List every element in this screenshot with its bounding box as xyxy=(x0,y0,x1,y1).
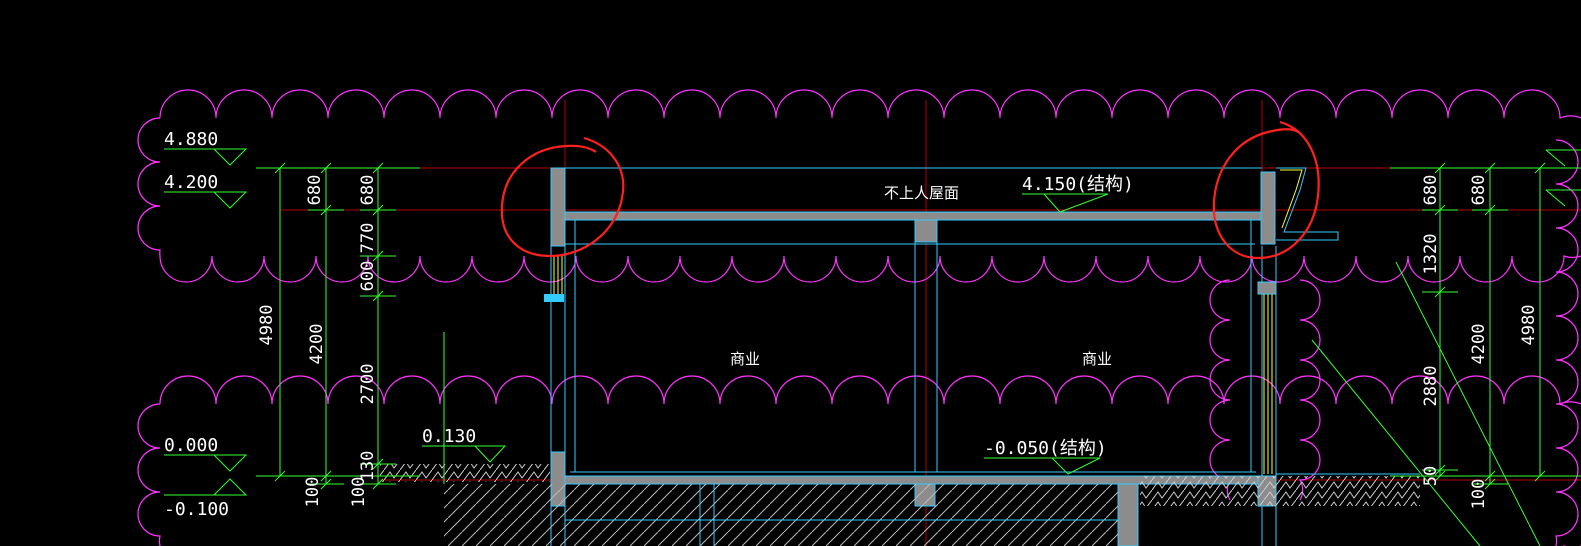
elev-label-4880: 4.880 xyxy=(164,129,218,150)
roof-level-label: 4.150(结构) xyxy=(1022,174,1134,195)
dim-right-b-680: 680 xyxy=(1469,175,1489,206)
dim-right-a-680: 680 xyxy=(1421,175,1441,206)
building-section xyxy=(380,167,1420,546)
dim-left-inner-600: 600 xyxy=(358,261,378,292)
soil-hatch-left xyxy=(380,464,550,482)
dim-left-inner-770: 770 xyxy=(358,223,378,254)
roof-label: 不上人屋面 xyxy=(884,184,959,202)
elev-label-neg0100: -0.100 xyxy=(164,499,229,520)
revision-cloud-segment xyxy=(137,117,161,257)
dim-right-a-50: 50 xyxy=(1421,466,1441,486)
elev-label-0130: 0.130 xyxy=(422,426,476,447)
dim-left-mid-680: 680 xyxy=(305,175,325,206)
room-label-left: 商业 xyxy=(730,350,760,368)
dim-left-inner-130: 130 xyxy=(358,451,378,482)
elev-label-4200: 4.200 xyxy=(164,172,218,193)
dim-left-inner-680: 680 xyxy=(358,175,378,206)
dim-left-inner-2700: 2700 xyxy=(358,364,378,405)
foundation-hatch xyxy=(444,484,1118,546)
dim-left-outer-100: 100 xyxy=(303,477,323,508)
parapet-left xyxy=(550,167,566,247)
parapet-right xyxy=(1260,171,1276,245)
dim-right-c-4980: 4980 xyxy=(1519,305,1539,346)
dim-left-outer-4980: 4980 xyxy=(257,305,277,346)
cad-section-drawing: 4.880 4.200 0.000 -0.100 0.130 不上人屋面 4.1… xyxy=(137,89,1581,546)
dim-right-b-4200: 4200 xyxy=(1469,324,1489,365)
dim-right-a-2880: 2880 xyxy=(1421,366,1441,407)
revision-cloud-segment xyxy=(159,89,1581,119)
revision-cloud-segment xyxy=(1209,279,1321,501)
roof-slab xyxy=(555,211,1269,221)
room-label-right: 商业 xyxy=(1082,350,1112,368)
dim-right-b-100: 100 xyxy=(1469,479,1489,510)
elev-label-0000: 0.000 xyxy=(164,435,218,456)
dimension-texts: 4980 100 680 4200 100 680 770 600 2700 1… xyxy=(257,175,1539,510)
soil-hatch-right xyxy=(1140,476,1420,506)
window-left xyxy=(553,256,563,294)
revision-cloud-segment xyxy=(137,403,161,546)
floor-level-label: -0.050(结构) xyxy=(984,438,1107,459)
roof-beam-mid xyxy=(914,219,938,243)
dim-right-a-1320: 1320 xyxy=(1421,234,1441,275)
dim-left-mid-4200: 4200 xyxy=(307,324,327,365)
